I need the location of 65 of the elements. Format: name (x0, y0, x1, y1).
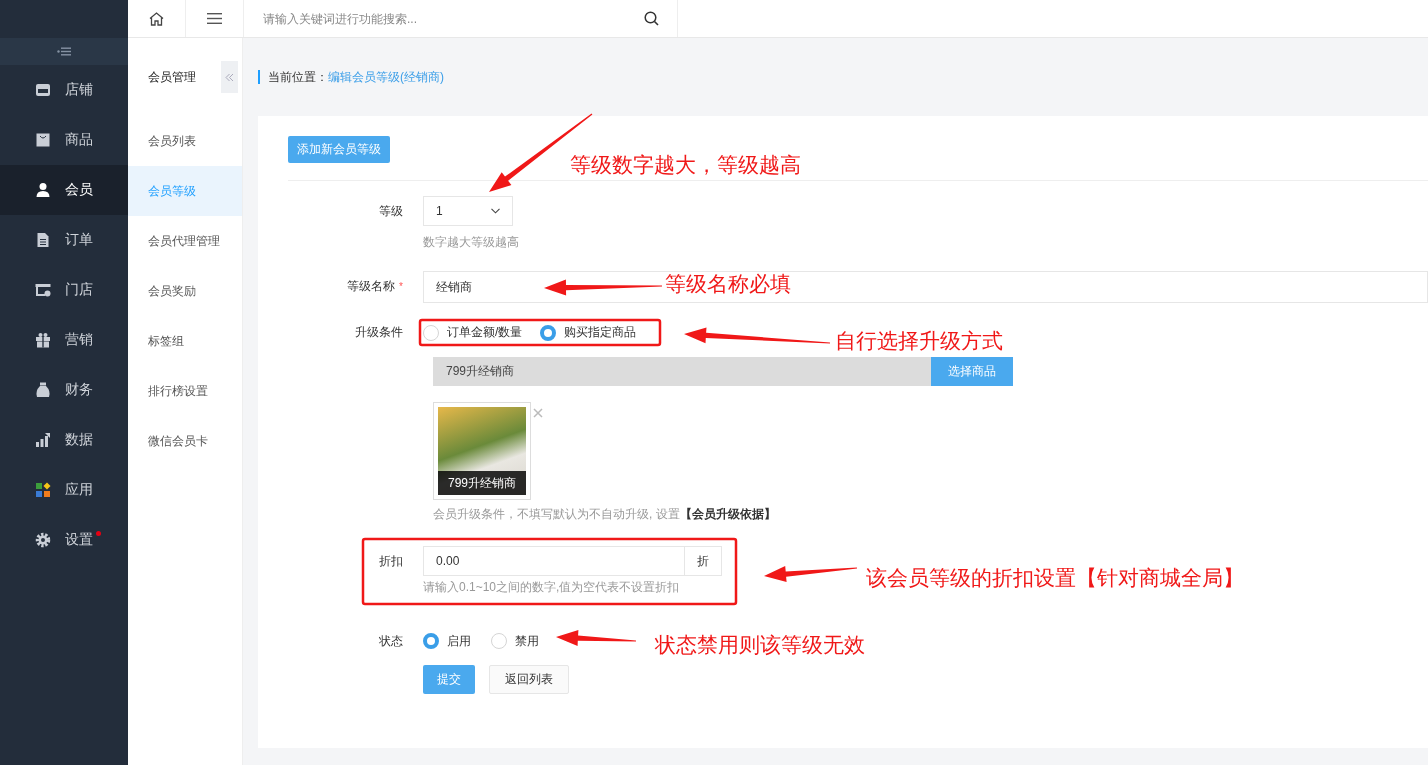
double-chevron-icon (225, 72, 234, 82)
radio-button[interactable] (423, 324, 439, 341)
submenu-item[interactable]: 会员列表 (128, 116, 242, 166)
input-suffix: 折 (685, 546, 722, 576)
sidebar-item[interactable]: 应用 (0, 465, 128, 515)
field-label: 升级条件 (354, 324, 404, 341)
radio-button[interactable] (423, 633, 439, 649)
shop-icon (35, 282, 51, 298)
sidebar-item[interactable]: 商品 (0, 115, 128, 165)
chevron-down-icon (491, 208, 500, 214)
annotation-text: 状态禁用则该等级无效 (655, 632, 865, 658)
sidebar-item[interactable]: 财务 (0, 365, 128, 415)
collapse-button[interactable] (221, 61, 238, 93)
radio-button[interactable] (540, 324, 557, 341)
collapse-icon (57, 47, 71, 56)
product-caption: 799升经销商 (438, 471, 526, 495)
search-field[interactable]: 请输入关键词进行功能搜索... (261, 10, 644, 27)
money-bag-icon (35, 382, 51, 398)
sidebar-item[interactable]: 会员 (0, 165, 128, 215)
submenu-item[interactable]: 标签组 (128, 316, 242, 366)
annotation-text: 自行选择升级方式 (835, 328, 1003, 354)
field-label: 等级名称 (347, 279, 396, 293)
radio-button[interactable] (491, 633, 507, 649)
close-icon[interactable] (533, 408, 543, 418)
sidebar-item[interactable]: 门店 (0, 265, 128, 315)
submenu-item[interactable]: 会员代理管理 (128, 216, 242, 266)
annotation-text: 等级数字越大，等级越高 (570, 152, 801, 178)
sidebar-item[interactable]: 设置 (0, 515, 128, 565)
document-icon (35, 232, 51, 248)
sidebar-item[interactable]: 营销 (0, 315, 128, 365)
back-button[interactable]: 返回列表 (489, 665, 569, 694)
field-label: 等级 (378, 203, 404, 220)
annotation-text: 该会员等级的折扣设置【针对商城全局】 (866, 565, 1244, 591)
breadcrumb-label: 当前位置： (258, 70, 328, 84)
bar-chart-icon (35, 432, 51, 448)
store-icon (35, 82, 51, 98)
field-label: 状态 (378, 633, 404, 650)
level-select[interactable]: 1 (423, 196, 513, 226)
radio-option[interactable]: 订单金额/数量 (423, 324, 523, 341)
submenu-item[interactable]: 排行榜设置 (128, 366, 242, 416)
required-mark: * (399, 281, 403, 292)
bag-icon (35, 132, 51, 148)
app-grid-icon (35, 482, 51, 498)
sidebar-item[interactable]: 数据 (0, 415, 128, 465)
menu-icon (207, 13, 222, 24)
goods-field[interactable]: 799升经销商 (433, 357, 931, 386)
submenu-title: 会员管理 (148, 68, 196, 86)
field-hint: 请输入0.1~10之间的数字,值为空代表不设置折扣 (423, 579, 680, 596)
gear-icon (35, 532, 51, 548)
field-hint: 数字越大等级越高 (423, 234, 519, 251)
submenu-item[interactable]: 微信会员卡 (128, 416, 242, 466)
field-label: 折扣 (378, 553, 404, 570)
search-icon (644, 11, 659, 26)
field-hint: 会员升级条件，不填写默认为不自动升级, 设置【会员升级依据】 (433, 506, 776, 523)
discount-input[interactable]: 0.00 (423, 546, 685, 576)
radio-option[interactable]: 购买指定商品 (540, 324, 637, 341)
sidebar-item[interactable]: 订单 (0, 215, 128, 265)
gift-icon (35, 332, 51, 348)
radio-option[interactable]: 启用 (423, 632, 471, 650)
radio-option[interactable]: 禁用 (491, 632, 539, 650)
submenu-item[interactable]: 会员奖励 (128, 266, 242, 316)
annotation-text: 等级名称必填 (665, 271, 791, 297)
person-icon (35, 182, 51, 198)
home-icon (149, 11, 164, 26)
sidebar-item[interactable]: 店铺 (0, 65, 128, 115)
